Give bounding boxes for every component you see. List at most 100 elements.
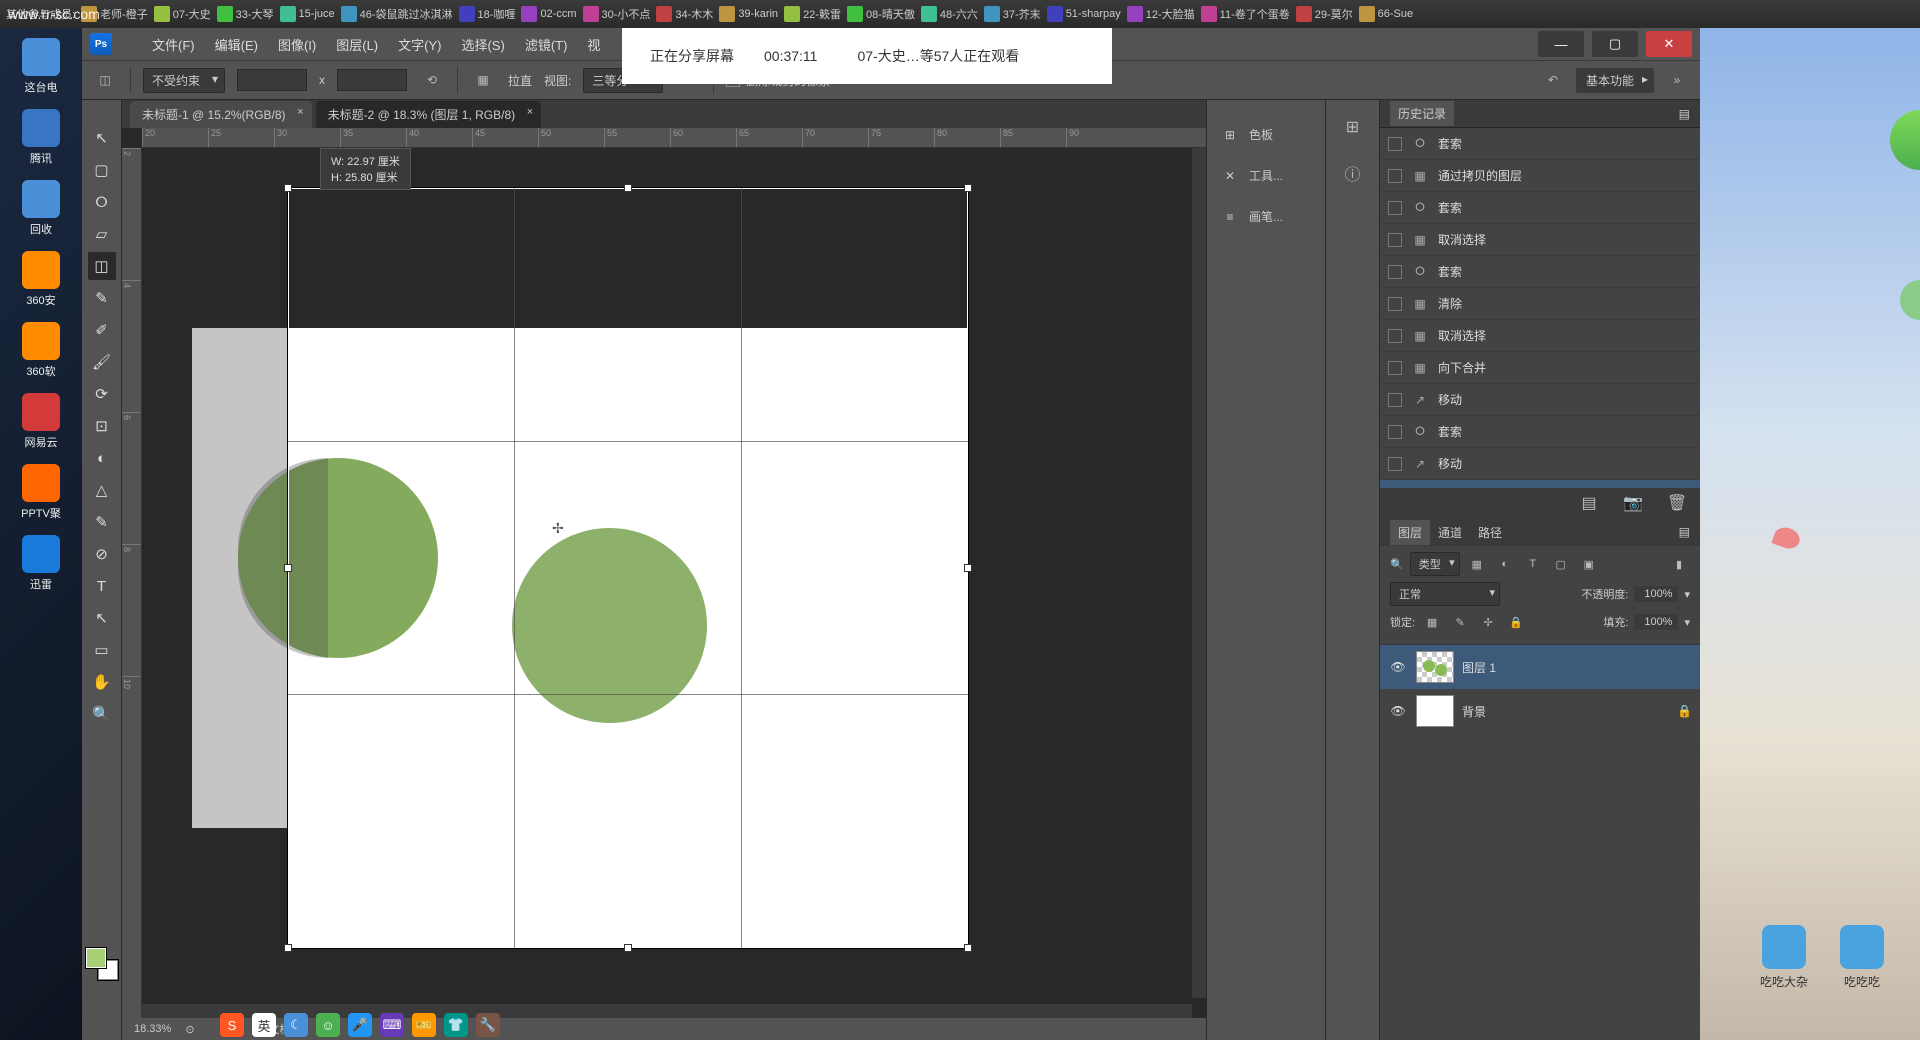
ime-button[interactable]: 英 xyxy=(252,1013,276,1037)
tool-button[interactable]: ⟳ xyxy=(88,380,116,408)
menu-item[interactable]: 文件(F) xyxy=(142,31,205,58)
participant-item[interactable]: 37-芥末 xyxy=(984,6,1041,22)
crop-handle[interactable] xyxy=(964,564,972,572)
history-check[interactable] xyxy=(1388,265,1402,279)
participant-item[interactable]: 22-簌雷 xyxy=(784,6,841,22)
crop-tool-icon[interactable]: ◫ xyxy=(92,67,118,93)
participant-item[interactable]: 11-卷了个蛋卷 xyxy=(1201,6,1290,22)
panel-menu-icon[interactable]: ▤ xyxy=(1679,525,1690,539)
history-check[interactable] xyxy=(1388,201,1402,215)
participant-item[interactable]: 02-ccm xyxy=(521,6,576,22)
ime-button[interactable]: ☺ xyxy=(316,1013,340,1037)
layer-name[interactable]: 图层 1 xyxy=(1462,659,1496,676)
expand-panels-icon[interactable]: » xyxy=(1664,67,1690,93)
workspace-select[interactable]: 基本功能 xyxy=(1576,68,1654,93)
tool-button[interactable]: ▢ xyxy=(88,156,116,184)
desktop-shortcut[interactable]: 吃吃大杂 xyxy=(1760,925,1808,990)
tool-button[interactable]: ◐ xyxy=(88,444,116,472)
filter-shape-icon[interactable]: ▢ xyxy=(1550,554,1572,574)
crop-handle[interactable] xyxy=(964,944,972,952)
layers-list[interactable]: 👁图层 1👁背景🔒 xyxy=(1380,645,1700,1040)
history-check[interactable] xyxy=(1388,361,1402,375)
history-item[interactable]: ▦取消选择 xyxy=(1380,480,1700,488)
tool-button[interactable]: T xyxy=(88,572,116,600)
history-check[interactable] xyxy=(1388,329,1402,343)
document-tab[interactable]: 未标题-1 @ 15.2%(RGB/8)× xyxy=(130,101,312,128)
opacity-arrow-icon[interactable]: ▾ xyxy=(1684,588,1690,601)
lock-brush-icon[interactable]: ✎ xyxy=(1449,612,1471,632)
ime-button[interactable]: 🎤 xyxy=(348,1013,372,1037)
history-check[interactable] xyxy=(1388,425,1402,439)
crop-handle[interactable] xyxy=(284,944,292,952)
blend-mode-select[interactable]: 正常 xyxy=(1390,582,1500,606)
layer-name[interactable]: 背景 xyxy=(1462,703,1486,720)
desktop-shortcut[interactable]: PPTV聚 xyxy=(0,464,82,521)
filter-smart-icon[interactable]: ▣ xyxy=(1578,554,1600,574)
history-check[interactable] xyxy=(1388,169,1402,183)
foreground-color-swatch[interactable] xyxy=(86,948,106,968)
menu-item[interactable]: 视 xyxy=(577,31,610,58)
tool-button[interactable]: ▭ xyxy=(88,636,116,664)
delete-state-icon[interactable]: 🗑 xyxy=(1664,490,1690,516)
filter-pixel-icon[interactable]: ▦ xyxy=(1466,554,1488,574)
tool-button[interactable]: ⊡ xyxy=(88,412,116,440)
panel-tab[interactable]: 通道 xyxy=(1430,520,1470,545)
participant-item[interactable]: 34-木木 xyxy=(656,6,713,22)
participant-item[interactable]: 30-小不点 xyxy=(583,6,651,22)
panel-tab[interactable]: 路径 xyxy=(1470,520,1510,545)
fill-value[interactable]: 100% xyxy=(1634,614,1678,630)
desktop-shortcut[interactable]: 腾讯 xyxy=(0,109,82,166)
crop-handle[interactable] xyxy=(964,184,972,192)
participant-item[interactable]: 48-六六 xyxy=(921,6,978,22)
menu-item[interactable]: 图层(L) xyxy=(326,31,388,58)
layer-thumbnail[interactable] xyxy=(1416,695,1454,727)
close-button[interactable]: ✕ xyxy=(1646,31,1692,57)
participant-item[interactable]: 15-juce xyxy=(280,6,335,22)
participant-item[interactable]: 07-大史 xyxy=(154,6,211,22)
history-item[interactable]: ↗移动 xyxy=(1380,384,1700,416)
ime-button[interactable]: 👕 xyxy=(444,1013,468,1037)
search-icon[interactable]: 🔍 xyxy=(1390,558,1404,571)
tool-button[interactable]: △ xyxy=(88,476,116,504)
lock-all-icon[interactable]: 🔒 xyxy=(1505,612,1527,632)
tool-button[interactable]: ⊘ xyxy=(88,540,116,568)
crop-handle[interactable] xyxy=(624,184,632,192)
history-item[interactable]: ▦清除 xyxy=(1380,288,1700,320)
crop-handle[interactable] xyxy=(284,184,292,192)
ruler-horizontal[interactable]: 202530354045505560657075808590 xyxy=(142,128,1206,148)
tool-button[interactable]: ✋ xyxy=(88,668,116,696)
history-list[interactable]: ⭘套索▦通过拷贝的图层⭘套索▦取消选择⭘套索▦清除▦取消选择▦向下合并↗移动⭘套… xyxy=(1380,128,1700,488)
tool-button[interactable]: 🔍 xyxy=(88,700,116,728)
participant-item[interactable]: 08-晴天傲 xyxy=(847,6,915,22)
filter-text-icon[interactable]: T xyxy=(1522,554,1544,574)
history-item[interactable]: ⭘套索 xyxy=(1380,256,1700,288)
lock-move-icon[interactable]: ✢ xyxy=(1477,612,1499,632)
desktop-shortcut[interactable]: 360软 xyxy=(0,322,82,379)
participant-item[interactable]: 51-sharpay xyxy=(1047,6,1121,22)
tool-button[interactable]: ↖ xyxy=(88,604,116,632)
lock-pixel-icon[interactable]: ▦ xyxy=(1421,612,1443,632)
history-item[interactable]: ⭘套索 xyxy=(1380,128,1700,160)
minimize-button[interactable]: — xyxy=(1538,31,1584,57)
panel-icon[interactable]: ⊞ xyxy=(1340,114,1366,140)
canvas-wrap[interactable]: 202530354045505560657075808590 246810 ✢ xyxy=(122,128,1206,1018)
history-check[interactable] xyxy=(1388,137,1402,151)
new-doc-from-state-icon[interactable]: ▤ xyxy=(1576,490,1602,516)
history-item[interactable]: ▦通过拷贝的图层 xyxy=(1380,160,1700,192)
participant-item[interactable]: 33-大琴 xyxy=(217,6,274,22)
participant-item[interactable]: 12-大脸猫 xyxy=(1127,6,1195,22)
history-check[interactable] xyxy=(1388,457,1402,471)
ime-button[interactable]: ☾ xyxy=(284,1013,308,1037)
desktop-shortcut[interactable]: 网易云 xyxy=(0,393,82,450)
info-icon[interactable]: ⓘ xyxy=(1340,160,1366,186)
tool-button[interactable]: ◫ xyxy=(88,252,116,280)
filter-adj-icon[interactable]: ◐ xyxy=(1494,554,1516,574)
history-check[interactable] xyxy=(1388,393,1402,407)
layer-item[interactable]: 👁背景🔒 xyxy=(1380,689,1700,733)
tool-button[interactable]: ✎ xyxy=(88,508,116,536)
layer-filter-select[interactable]: 类型 xyxy=(1410,552,1460,576)
desktop-shortcut[interactable]: 吃吃吃 xyxy=(1840,925,1884,990)
tool-button[interactable]: ✎ xyxy=(88,284,116,312)
opacity-value[interactable]: 100% xyxy=(1634,586,1678,602)
collapsed-panel-button[interactable]: ⊞色板 xyxy=(1207,114,1325,155)
